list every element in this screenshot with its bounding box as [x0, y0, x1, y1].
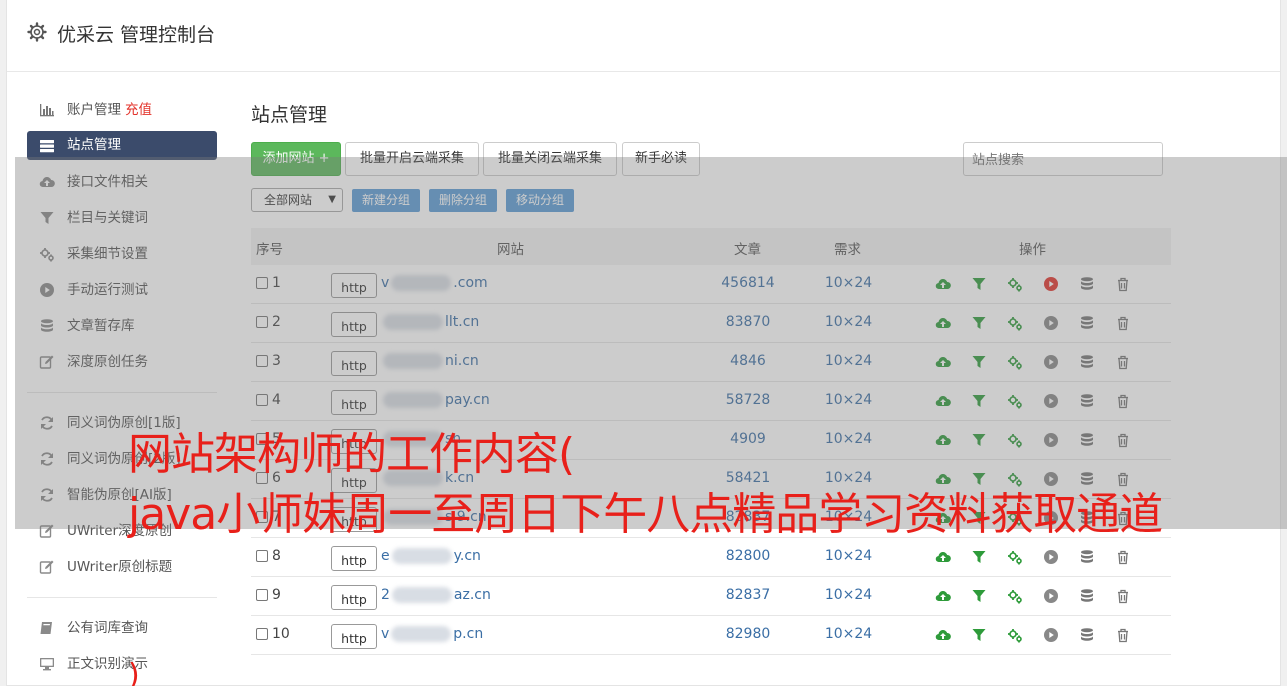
article-count[interactable]: 82980	[711, 626, 785, 642]
play-circle-icon	[1044, 550, 1058, 564]
sidebar-item[interactable]: 正文识别演示	[27, 646, 217, 682]
delete-action[interactable]	[1115, 549, 1131, 565]
filter-icon	[972, 551, 986, 563]
filter-icon	[972, 629, 986, 641]
run-action[interactable]	[1043, 627, 1059, 643]
article-count[interactable]: 82800	[711, 548, 785, 564]
table-row: 8 http e y.cn 82800 10×24	[251, 538, 1171, 577]
gears-icon	[1008, 590, 1022, 604]
cloud-upload-icon	[935, 552, 951, 563]
main-content: 站点管理 添加网站 + 批量开启云端采集 批量关闭云端采集 新手必读 全部网站▼…	[251, 100, 1171, 655]
row-number: 10	[272, 626, 290, 642]
filter-action[interactable]	[971, 627, 987, 643]
site-link[interactable]: 2 az.cn	[381, 587, 491, 603]
sidebar-item-label: 站点管理	[67, 137, 121, 153]
article-count[interactable]: 82837	[711, 587, 785, 603]
settings-action[interactable]	[1007, 549, 1023, 565]
edit-icon	[39, 560, 54, 574]
sidebar-item[interactable]: UWriter原创标题	[27, 549, 217, 585]
protocol-button[interactable]: http	[331, 624, 377, 649]
storage-action[interactable]	[1079, 627, 1095, 643]
gears-icon	[1008, 629, 1022, 643]
upload-action[interactable]	[935, 549, 951, 565]
delete-action[interactable]	[1115, 588, 1131, 604]
database-icon	[1081, 628, 1093, 641]
requirement[interactable]: 10×24	[816, 548, 881, 564]
requirement[interactable]: 10×24	[816, 626, 881, 642]
cloud-upload-icon	[935, 591, 951, 602]
row-number: 9	[272, 587, 281, 603]
delete-action[interactable]	[1115, 627, 1131, 643]
upload-action[interactable]	[935, 588, 951, 604]
row-checkbox[interactable]	[256, 589, 268, 601]
settings-action[interactable]	[1007, 588, 1023, 604]
page-title: 站点管理	[251, 104, 328, 126]
book-icon	[40, 622, 52, 634]
sidebar-divider	[27, 597, 217, 598]
row-number: 8	[272, 548, 281, 564]
redacted-domain	[391, 626, 452, 642]
database-icon	[1081, 550, 1093, 563]
table-row: 10 http v p.cn 82980 10×24	[251, 616, 1171, 655]
overlay-text-line1: 网站架构师的工作内容(	[128, 429, 575, 480]
sidebar-item-label: 账户管理	[67, 102, 121, 118]
row-actions	[935, 627, 1135, 643]
sidebar-item-label: UWriter原创标题	[67, 559, 173, 575]
filter-icon	[972, 590, 986, 602]
play-circle-icon	[1044, 589, 1058, 603]
monitor-icon	[40, 658, 54, 671]
row-checkbox[interactable]	[256, 628, 268, 640]
server-icon	[40, 140, 54, 153]
play-circle-icon	[1044, 628, 1058, 642]
filter-action[interactable]	[971, 588, 987, 604]
upload-action[interactable]	[935, 627, 951, 643]
bar-chart-icon	[40, 104, 54, 117]
run-action[interactable]	[1043, 549, 1059, 565]
trash-icon	[1118, 628, 1128, 643]
row-actions	[935, 588, 1135, 604]
settings-action[interactable]	[1007, 627, 1023, 643]
recharge-link[interactable]: 充值	[125, 102, 152, 118]
sidebar-item-account[interactable]: 账户管理 充值	[27, 92, 217, 128]
gears-icon	[1008, 551, 1022, 565]
site-link[interactable]: e y.cn	[381, 548, 481, 564]
sidebar-item[interactable]: 公有词库查询	[27, 610, 217, 646]
overlay-text-line3: )	[128, 658, 140, 686]
sidebar-item-label: 公有词库查询	[67, 620, 148, 636]
overlay-text-line2: java小师妹周一至周日下午八点精品学习资料获取通道	[128, 489, 1163, 540]
app-title: 优采云 管理控制台	[57, 24, 216, 46]
table-row: 9 http 2 az.cn 82837 10×24	[251, 577, 1171, 616]
protocol-button[interactable]: http	[331, 546, 377, 571]
header: 优采云 管理控制台	[7, 0, 1280, 72]
row-actions	[935, 549, 1135, 565]
cloud-upload-icon	[935, 630, 951, 641]
protocol-button[interactable]: http	[331, 585, 377, 610]
requirement[interactable]: 10×24	[816, 587, 881, 603]
site-link[interactable]: v p.cn	[381, 626, 483, 642]
row-checkbox[interactable]	[256, 550, 268, 562]
gear-icon	[27, 22, 47, 42]
run-action[interactable]	[1043, 588, 1059, 604]
redacted-domain	[391, 587, 452, 603]
filter-action[interactable]	[971, 549, 987, 565]
storage-action[interactable]	[1079, 549, 1095, 565]
redacted-domain	[391, 548, 452, 564]
database-icon	[1081, 589, 1093, 602]
storage-action[interactable]	[1079, 588, 1095, 604]
trash-icon	[1118, 550, 1128, 565]
sidebar-item[interactable]: 站点管理	[27, 131, 217, 160]
trash-icon	[1118, 589, 1128, 604]
